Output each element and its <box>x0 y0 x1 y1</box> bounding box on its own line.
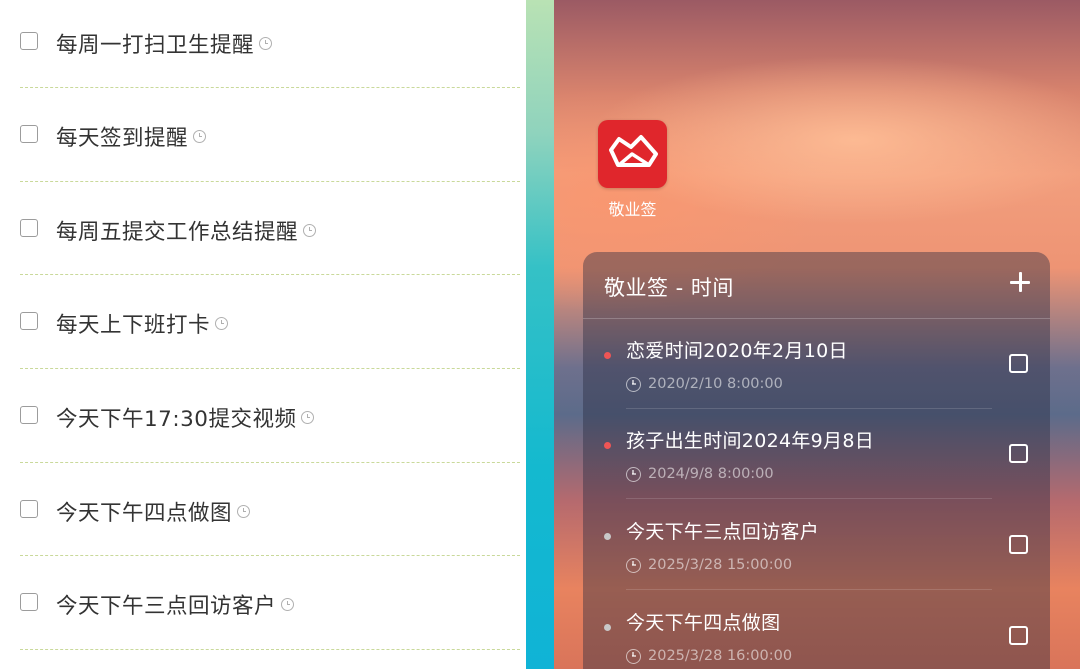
clock-icon <box>237 505 251 518</box>
clock-icon <box>626 376 641 392</box>
home-screen: 敬业签 敬业签 - 时间 恋爱时间2020年2月10日 2020/2/10 8:… <box>554 0 1080 669</box>
widget-item[interactable]: 今天下午四点做图 2025/3/28 16:00:00 <box>583 591 1050 669</box>
widget-item[interactable]: 今天下午三点回访客户 2025/3/28 15:00:00 <box>583 500 1050 590</box>
checkbox[interactable] <box>20 32 38 50</box>
list-item[interactable]: 今天下午17:30提交视频 <box>0 374 526 467</box>
list-item[interactable]: 每周五提交工作总结提醒 <box>0 187 526 280</box>
clock-icon <box>193 130 207 143</box>
widget-item-time: 2025/3/28 15:00:00 <box>648 557 793 573</box>
task-label: 今天下午17:30提交视频 <box>56 407 297 432</box>
divider <box>20 368 520 369</box>
list-item[interactable]: 每天签到提醒 <box>0 93 526 186</box>
app-logo-icon-graphic <box>609 135 658 167</box>
plus-icon[interactable] <box>1007 269 1033 295</box>
clock-icon <box>301 411 315 424</box>
widget-item-title: 孩子出生时间2024年9月8日 <box>626 430 875 452</box>
widget-item[interactable]: 恋爱时间2020年2月10日 2020/2/10 8:00:00 <box>583 319 1050 409</box>
checkbox[interactable] <box>20 500 38 518</box>
task-label: 每天签到提醒 <box>56 126 189 151</box>
list-item[interactable]: 今天下午四点做图 <box>0 468 526 561</box>
divider <box>626 589 992 590</box>
widget-card: 敬业签 - 时间 恋爱时间2020年2月10日 2020/2/10 8:00:0… <box>583 252 1050 669</box>
task-label: 每周五提交工作总结提醒 <box>56 220 299 245</box>
app-logo-icon[interactable] <box>598 120 667 188</box>
checkbox[interactable] <box>20 219 38 237</box>
status-dot <box>604 624 611 631</box>
status-dot <box>604 352 611 359</box>
divider <box>20 274 520 275</box>
widget-item-time: 2025/3/28 16:00:00 <box>648 648 793 664</box>
widget-item-time: 2024/9/8 8:00:00 <box>648 466 774 482</box>
checkbox[interactable] <box>20 406 38 424</box>
widget-item[interactable]: 孩子出生时间2024年9月8日 2024/9/8 8:00:00 <box>583 409 1050 499</box>
widget-item-title: 今天下午四点做图 <box>626 612 781 634</box>
task-label: 每天上下班打卡 <box>56 313 211 338</box>
widget-item-title: 今天下午三点回访客户 <box>626 521 820 543</box>
checkbox[interactable] <box>1009 354 1028 373</box>
widget-item-time: 2020/2/10 8:00:00 <box>648 376 783 392</box>
list-item[interactable]: 每周一打扫卫生提醒 <box>0 0 526 93</box>
task-list: 每周一打扫卫生提醒 每天签到提醒 每周五提交工作总结提醒 每天上下班打卡 今天下… <box>0 0 526 669</box>
divider <box>20 462 520 463</box>
app-name: 敬业签 <box>608 200 657 219</box>
clock-icon <box>626 466 641 482</box>
clock-icon <box>626 648 641 664</box>
checkbox[interactable] <box>20 593 38 611</box>
clock-icon <box>626 557 641 573</box>
status-dot <box>604 442 611 449</box>
clock-icon <box>259 37 273 50</box>
checkbox[interactable] <box>1009 444 1028 463</box>
list-item[interactable]: 今天下午三点回访客户 <box>0 561 526 654</box>
divider <box>20 87 520 88</box>
checkbox[interactable] <box>20 312 38 330</box>
checkbox[interactable] <box>1009 535 1028 554</box>
clock-icon <box>281 598 295 611</box>
task-label: 每周一打扫卫生提醒 <box>56 33 255 58</box>
clock-icon <box>215 317 229 330</box>
divider <box>20 181 520 182</box>
divider <box>20 555 520 556</box>
task-label: 今天下午三点回访客户 <box>56 594 277 619</box>
checkbox[interactable] <box>1009 626 1028 645</box>
divider <box>626 498 992 499</box>
status-dot <box>604 533 611 540</box>
divider <box>20 649 520 650</box>
clock-icon <box>303 224 317 237</box>
widget-title: 敬业签 - 时间 <box>604 276 734 300</box>
checkbox[interactable] <box>20 125 38 143</box>
task-label: 今天下午四点做图 <box>56 501 233 526</box>
gradient-strip <box>526 0 554 669</box>
list-item[interactable]: 每天上下班打卡 <box>0 280 526 373</box>
widget-item-title: 恋爱时间2020年2月10日 <box>626 340 848 362</box>
